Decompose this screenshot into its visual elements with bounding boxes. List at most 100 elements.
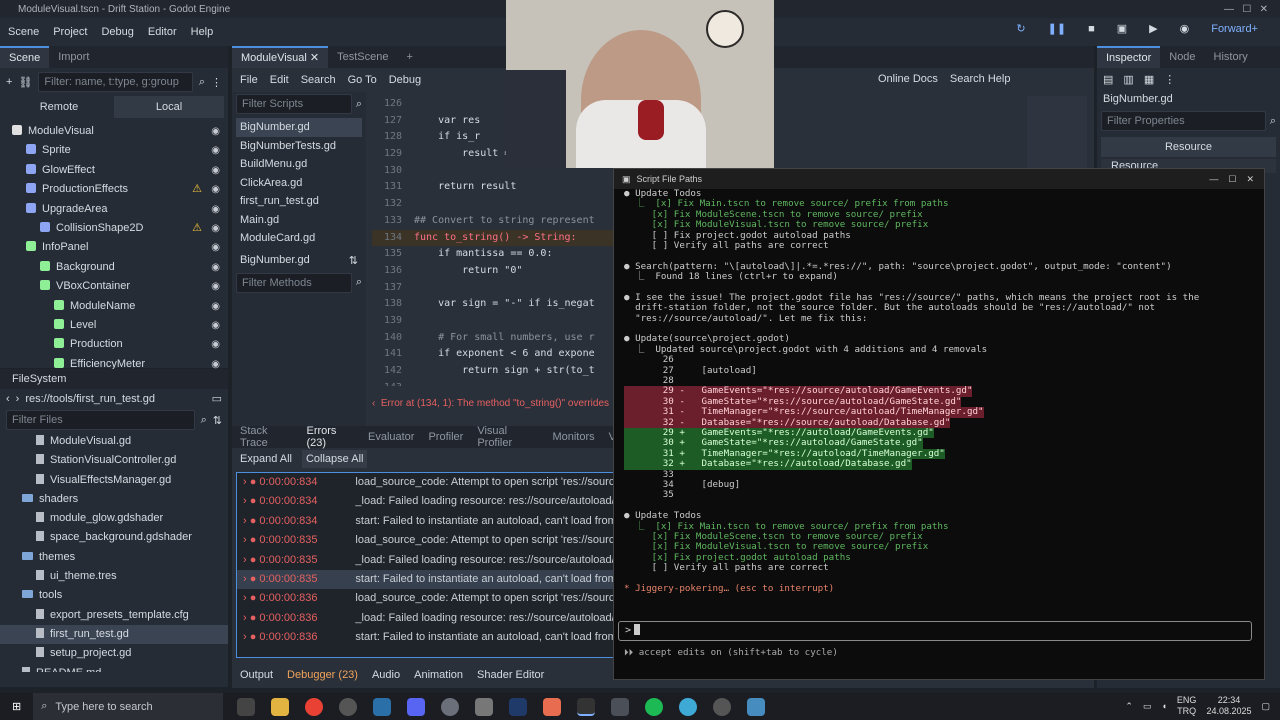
photoshop-icon[interactable] — [509, 697, 528, 716]
code-line[interactable]: 138 var sign = "-" if is_negat — [372, 296, 617, 313]
search-icon[interactable]: ⌕ — [356, 276, 362, 289]
volume-icon[interactable]: ◖ — [1161, 701, 1166, 711]
sort-icon[interactable]: ⇅ — [213, 414, 222, 427]
fs-path-input[interactable]: res://tools/first_run_test.gd — [25, 393, 205, 405]
script-filter-input[interactable]: Filter Scripts — [236, 94, 352, 114]
fs-file[interactable]: VisualEffectsManager.gd — [0, 471, 228, 490]
scene-node[interactable]: GlowEffect ◉ — [0, 161, 228, 180]
remote-tab[interactable]: Remote — [4, 101, 114, 113]
visibility-eye-icon[interactable]: ◉ — [211, 335, 220, 354]
menu-dots-icon[interactable]: ⋮ — [211, 76, 222, 89]
code-line[interactable]: 136 return "0" — [372, 263, 617, 280]
new-resource-icon[interactable]: ▤ — [1103, 73, 1113, 86]
scene-node[interactable]: Production ◉ — [0, 335, 228, 354]
tab-import[interactable]: Import — [49, 46, 98, 68]
error-row[interactable]: › ● 0:00:00:835 load_source_code: Attempt… — [237, 531, 615, 550]
error-row[interactable]: › ● 0:00:00:836 start: Failed to instanti… — [237, 628, 615, 647]
tab-shader-editor[interactable]: Shader Editor — [477, 669, 544, 681]
tab-debugger[interactable]: Debugger (23) — [287, 669, 358, 681]
chrome-icon[interactable] — [305, 697, 324, 716]
tab-errors[interactable]: Errors (23) — [306, 425, 354, 449]
menu-scene[interactable]: Scene — [8, 26, 39, 38]
pause-icon[interactable]: ❚❚ — [1048, 22, 1066, 35]
link-icon[interactable]: ⛓ — [18, 76, 32, 89]
fs-file[interactable]: module_glow.gdshader — [0, 509, 228, 528]
script-list-item[interactable]: Main.gd — [236, 211, 362, 230]
obs-icon[interactable] — [339, 697, 358, 716]
prompt-input[interactable]: > — [618, 621, 1252, 641]
search-icon[interactable]: ⌕ — [1270, 115, 1276, 128]
fs-folder[interactable]: themes — [0, 548, 228, 567]
notifications-icon[interactable]: ▢ — [1261, 701, 1270, 712]
error-row[interactable]: › ● 0:00:00:835 _load: Failed loading res… — [237, 551, 615, 570]
window-controls[interactable]: — ☐ ✕ — [1224, 4, 1268, 15]
tab-monitors[interactable]: Monitors — [552, 431, 594, 443]
file-explorer-icon[interactable] — [271, 697, 290, 716]
network-icon[interactable]: ▭ — [1143, 701, 1152, 712]
search-icon[interactable]: ⌕ — [356, 98, 362, 111]
error-row[interactable]: › ● 0:00:00:835 start: Failed to instanti… — [237, 569, 615, 590]
open-folder-icon[interactable]: ▥ — [1123, 73, 1133, 86]
error-row[interactable]: › ● 0:00:00:834 load_source_code: Attempt… — [237, 473, 615, 492]
code-line[interactable]: 142 return sign + str(to_t — [372, 363, 617, 380]
script-list-item[interactable]: BigNumberTests.gd — [236, 137, 362, 156]
menu-editor[interactable]: Editor — [148, 26, 177, 38]
visibility-eye-icon[interactable]: ◉ — [211, 316, 220, 335]
tab-audio[interactable]: Audio — [372, 669, 400, 681]
edge-icon[interactable] — [679, 697, 698, 716]
tab-animation[interactable]: Animation — [414, 669, 463, 681]
object-name[interactable]: BigNumber.gd — [1103, 93, 1173, 105]
error-row[interactable]: › ● 0:00:00:834 start: Failed to instanti… — [237, 512, 615, 531]
tab-history[interactable]: History — [1205, 46, 1257, 68]
tab-stack-trace[interactable]: Stack Trace — [240, 425, 292, 449]
script-menu-edit[interactable]: Edit — [270, 74, 289, 86]
tab-scene[interactable]: Scene — [0, 46, 50, 68]
clock-date[interactable]: 24.08.2025 — [1206, 706, 1251, 717]
editor-tab-testscene[interactable]: TestScene — [328, 46, 397, 68]
fs-folder[interactable]: shaders — [0, 490, 228, 509]
reload-icon[interactable]: ↻ — [1016, 22, 1025, 35]
scene-node[interactable]: ModuleName ◉ — [0, 297, 228, 316]
add-node-icon[interactable]: + — [6, 76, 12, 88]
code-line[interactable]: 135 if mantissa == 0.0: — [372, 246, 617, 263]
scene-node[interactable]: VBoxContainer ◉ — [0, 277, 228, 296]
save-icon[interactable]: ▦ — [1144, 73, 1154, 86]
script-menu-search[interactable]: Search — [301, 74, 336, 86]
scene-node[interactable]: UpgradeArea ◉ — [0, 200, 228, 219]
scene-node[interactable]: Level ◉ — [0, 316, 228, 335]
play-scene-icon[interactable]: ▶ — [1149, 22, 1157, 35]
scene-node[interactable]: ModuleVisual ◉ — [0, 122, 228, 141]
script-list-item[interactable]: ClickArea.gd — [236, 174, 362, 193]
visibility-eye-icon[interactable]: ◉ — [211, 180, 220, 199]
tab-evaluator[interactable]: Evaluator — [368, 431, 414, 443]
visibility-eye-icon[interactable]: ◉ — [211, 238, 220, 257]
terminal-icon[interactable] — [577, 697, 596, 716]
fs-file[interactable]: README.md — [0, 664, 228, 672]
methods-filter-input[interactable]: Filter Methods — [236, 272, 352, 293]
taskbar-search[interactable]: ⌕ Type here to search — [33, 693, 224, 720]
error-row[interactable]: › ● 0:00:00:836 load_source_code: Attempt… — [237, 589, 615, 608]
scene-node[interactable]: InfoPanel ◉ — [0, 238, 228, 257]
fs-folder[interactable]: tools — [0, 586, 228, 605]
tab-profiler[interactable]: Profiler — [428, 431, 463, 443]
tab-visual-profiler[interactable]: Visual Profiler — [477, 425, 538, 449]
property-filter-input[interactable]: Filter Properties — [1101, 111, 1266, 131]
collapse-all-button[interactable]: Collapse All — [301, 450, 368, 468]
visibility-eye-icon[interactable]: ◉ — [211, 277, 220, 296]
clock-icon[interactable] — [713, 697, 732, 716]
tab-node[interactable]: Node — [1160, 46, 1204, 68]
code-line[interactable]: 132 — [372, 196, 617, 213]
error-row[interactable]: › ● 0:00:00:836 _load: Failed loading res… — [237, 609, 615, 628]
movie-icon[interactable]: ◉ — [1180, 22, 1190, 35]
remote-debug-icon[interactable]: ▣ — [1117, 22, 1127, 35]
script-list-item[interactable]: BigNumber.gd — [236, 118, 362, 137]
script-menu-file[interactable]: File — [240, 74, 258, 86]
clock-time[interactable]: 22:34 — [1206, 695, 1251, 706]
forward-arrow-icon[interactable]: › — [16, 393, 20, 405]
scene-node[interactable]: Background ◉ — [0, 258, 228, 277]
error-row[interactable]: › ● 0:00:00:834 _load: Failed loading res… — [237, 492, 615, 511]
menu-project[interactable]: Project — [53, 26, 87, 38]
fs-file[interactable]: StationVisualController.gd — [0, 451, 228, 470]
claude-icon[interactable] — [543, 697, 562, 716]
spotify-icon[interactable] — [645, 697, 664, 716]
